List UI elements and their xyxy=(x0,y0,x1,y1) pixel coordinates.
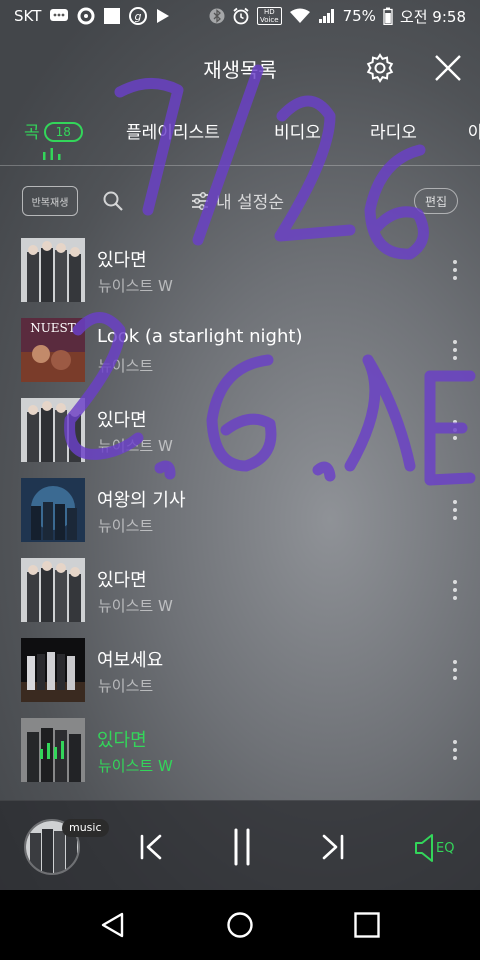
tab-label: 곡 xyxy=(24,123,40,143)
song-row[interactable]: 있다면 뉴이스트 W xyxy=(0,550,480,630)
music-app-icon xyxy=(77,7,95,25)
next-button[interactable] xyxy=(316,831,348,863)
recent-apps-icon xyxy=(354,912,380,938)
previous-button[interactable] xyxy=(136,831,168,863)
more-options-button[interactable] xyxy=(448,416,462,444)
song-title: 있다면 xyxy=(97,410,147,431)
battery-icon xyxy=(383,7,393,25)
album-art xyxy=(21,558,85,622)
pause-icon xyxy=(234,828,250,866)
play-store-icon xyxy=(155,7,171,25)
song-row[interactable]: 여왕의 기사 뉴이스트 xyxy=(0,470,480,550)
song-row[interactable]: 있다면 뉴이스트 W xyxy=(0,230,480,310)
battery-percent: 75% xyxy=(342,7,376,25)
tab-songs[interactable]: 곡 18 xyxy=(24,118,83,143)
equalizer-icon xyxy=(43,148,61,160)
song-row[interactable]: 여보세요 뉴이스트 xyxy=(0,630,480,710)
tab-bar: 곡 18 플레이리스트 비디오 라디오 아 xyxy=(0,102,480,166)
settings-button[interactable] xyxy=(364,52,396,84)
album-art xyxy=(21,638,85,702)
hd-voice-badge: HD Voice xyxy=(256,7,282,25)
carrier-label: SKT xyxy=(14,7,42,25)
song-list: 있다면 뉴이스트 W NUEST Look (a starlight night… xyxy=(0,230,480,790)
clock: 오전 9:58 xyxy=(399,7,466,26)
song-title: 여왕의 기사 xyxy=(97,490,186,511)
more-options-button[interactable] xyxy=(448,576,462,604)
song-title: 있다면 xyxy=(97,570,147,591)
song-row[interactable]: 있다면 뉴이스트 W xyxy=(0,390,480,470)
gear-icon xyxy=(366,53,394,83)
song-artist: 뉴이스트 W xyxy=(98,757,173,775)
song-title: 여보세요 xyxy=(97,650,164,671)
more-options-button[interactable] xyxy=(448,656,462,684)
song-artist: 뉴이스트 xyxy=(98,357,154,375)
song-artist: 뉴이스트 W xyxy=(98,277,173,295)
mini-player: music EQ xyxy=(0,800,480,890)
more-options-button[interactable] xyxy=(448,496,462,524)
sort-button[interactable]: 내 설정순 xyxy=(190,188,284,213)
now-playing-equalizer-icon xyxy=(21,718,85,782)
eq-button[interactable]: EQ xyxy=(414,831,460,865)
list-toolbar: 반복재생 내 설정순 편집 xyxy=(0,166,480,232)
search-icon xyxy=(103,191,123,211)
sort-filter-icon xyxy=(192,191,208,210)
song-count-badge: 18 xyxy=(43,122,83,142)
more-options-button[interactable] xyxy=(448,736,462,764)
song-row[interactable]: NUEST Look (a starlight night) 뉴이스트 xyxy=(0,310,480,390)
music-badge: music xyxy=(62,819,109,837)
more-options-button[interactable] xyxy=(448,336,462,364)
next-icon xyxy=(322,834,344,860)
album-art xyxy=(21,478,85,542)
system-nav-bar xyxy=(0,890,480,960)
back-button[interactable] xyxy=(98,910,128,940)
song-artist: 뉴이스트 xyxy=(98,677,154,695)
status-bar: SKT g HD Voice 75% 오전 9:58 xyxy=(0,0,480,32)
edit-button[interactable]: 편집 xyxy=(414,188,458,214)
alarm-icon xyxy=(232,7,250,25)
song-title: 있다면 xyxy=(97,250,147,271)
song-artist: 뉴이스트 xyxy=(98,517,154,535)
speaker-icon xyxy=(415,834,433,862)
close-button[interactable] xyxy=(432,52,464,84)
back-icon xyxy=(101,912,124,938)
svg-text:g: g xyxy=(135,10,142,23)
g-app-icon: g xyxy=(129,7,148,25)
album-art xyxy=(21,238,85,302)
song-row-now-playing[interactable]: 있다면 뉴이스트 W xyxy=(0,710,480,790)
sort-label: 내 설정순 xyxy=(216,193,284,213)
home-button[interactable] xyxy=(225,910,255,940)
signal-icon xyxy=(318,8,336,24)
svg-text:NUEST: NUEST xyxy=(30,321,76,335)
pause-button[interactable] xyxy=(226,827,258,867)
close-icon xyxy=(435,55,461,81)
tab-more[interactable]: 아 xyxy=(468,118,480,143)
bluetooth-icon xyxy=(209,7,225,25)
more-options-button[interactable] xyxy=(448,256,462,284)
wifi-icon xyxy=(289,8,311,24)
recent-apps-button[interactable] xyxy=(352,910,382,940)
song-artist: 뉴이스트 W xyxy=(98,437,173,455)
eq-label: EQ xyxy=(436,840,455,856)
tab-radio[interactable]: 라디오 xyxy=(370,118,417,143)
search-button[interactable] xyxy=(102,190,124,212)
previous-icon xyxy=(140,834,162,860)
song-title: Look (a starlight night) xyxy=(97,326,303,347)
repeat-button[interactable]: 반복재생 xyxy=(22,186,78,216)
song-title: 있다면 xyxy=(97,730,147,751)
home-icon xyxy=(227,912,253,938)
notification-square-icon xyxy=(103,7,121,25)
page-title: 재생목록 xyxy=(203,58,277,82)
message-icon xyxy=(49,8,69,24)
tab-playlist[interactable]: 플레이리스트 xyxy=(126,118,220,143)
header: 재생목록 xyxy=(0,32,480,102)
album-art xyxy=(21,398,85,462)
album-art: NUEST xyxy=(21,318,85,382)
tab-video[interactable]: 비디오 xyxy=(274,118,321,143)
song-artist: 뉴이스트 W xyxy=(98,597,173,615)
